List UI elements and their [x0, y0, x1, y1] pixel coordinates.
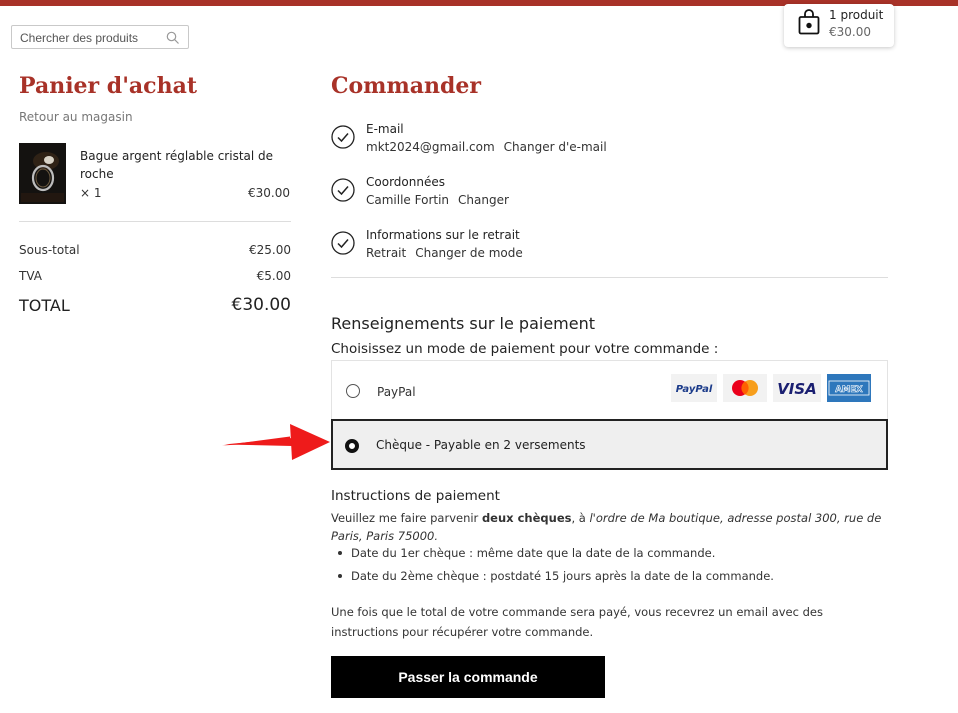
total-value: €30.00 — [231, 295, 291, 315]
step-email-value: mkt2024@gmail.com Changer d'e-mail — [366, 140, 607, 154]
step-contact-label: Coordonnées — [366, 175, 445, 189]
tax-value: €5.00 — [256, 269, 291, 283]
total-label: TOTAL — [19, 296, 70, 315]
tax-label: TVA — [19, 269, 42, 283]
paypal-logo-text: PayPal — [676, 384, 713, 395]
cart-amount: €30.00 — [829, 25, 871, 39]
cart-item-name[interactable]: Bague argent réglable cristal de roche — [80, 147, 280, 183]
back-to-store-link[interactable]: Retour au magasin — [19, 110, 133, 124]
divider — [331, 277, 888, 278]
check-circle-icon — [331, 125, 355, 149]
change-email-link[interactable]: Changer d'e-mail — [504, 140, 607, 154]
payment-option-paypal[interactable]: PayPal PayPal VISA AMEX — [331, 360, 888, 419]
red-arrow-annotation — [222, 424, 330, 460]
cart-count: 1 produit — [829, 8, 884, 22]
product-thumbnail[interactable] — [19, 143, 66, 204]
instructions-intro-1: Veuillez me faire parvenir — [331, 511, 482, 525]
mini-cart[interactable]: 1 produit €30.00 — [784, 4, 894, 47]
search-input[interactable] — [20, 30, 160, 46]
payment-subtitle: Choisissez un mode de paiement pour votr… — [331, 341, 719, 357]
cart-item-price: €30.00 — [248, 186, 290, 200]
list-item: Date du 2ème chèque : postdaté 15 jours … — [337, 567, 774, 590]
subtotal-label: Sous-total — [19, 243, 80, 257]
paypal-label: PayPal — [377, 385, 416, 399]
instructions-text: Veuillez me faire parvenir deux chèques,… — [331, 509, 891, 545]
check-circle-icon — [331, 231, 355, 255]
amex-logo: AMEX — [827, 374, 871, 402]
instructions-intro-bold: deux chèques — [481, 511, 572, 525]
paypal-logo: PayPal — [671, 374, 717, 402]
subtotal-value: €25.00 — [249, 243, 291, 257]
instructions-title: Instructions de paiement — [331, 488, 500, 504]
cart-item-qty: × 1 — [80, 186, 102, 200]
instructions-intro-2: , à — [571, 511, 590, 525]
pickup-value: Retrait — [366, 246, 407, 260]
step-pickup-label: Informations sur le retrait — [366, 228, 520, 242]
search-box[interactable] — [11, 25, 189, 49]
step-contact-value: Camille Fortin Changer — [366, 193, 509, 207]
cheque-radio-selected[interactable] — [345, 439, 359, 453]
place-order-button[interactable]: Passer la commande — [331, 656, 605, 698]
step-pickup-value: Retrait Changer de mode — [366, 246, 523, 260]
change-contact-link[interactable]: Changer — [458, 193, 509, 207]
list-item: Date du 1er chèque : même date que la da… — [337, 544, 774, 567]
check-circle-icon — [331, 178, 355, 202]
email-value: mkt2024@gmail.com — [366, 140, 495, 154]
card-logos: PayPal VISA AMEX — [671, 374, 871, 402]
cart-title: Panier d'achat — [19, 73, 197, 99]
contact-value: Camille Fortin — [366, 193, 450, 207]
payment-title: Renseignements sur le paiement — [331, 314, 596, 333]
checkout-title: Commander — [331, 73, 481, 99]
visa-logo-text: VISA — [777, 380, 817, 398]
paypal-radio[interactable] — [346, 384, 360, 398]
cheque-label: Chèque - Payable en 2 versements — [376, 438, 586, 452]
ring-image — [19, 143, 66, 204]
amex-logo-text: AMEX — [835, 385, 863, 395]
divider — [19, 221, 291, 222]
step-email-label: E-mail — [366, 122, 404, 136]
instructions-list: Date du 1er chèque : même date que la da… — [337, 544, 774, 590]
payment-option-cheque[interactable]: Chèque - Payable en 2 versements — [331, 419, 888, 470]
visa-logo: VISA — [773, 374, 821, 402]
search-icon[interactable] — [166, 31, 180, 45]
change-pickup-link[interactable]: Changer de mode — [415, 246, 523, 260]
shopping-bag-icon — [798, 9, 820, 35]
order-note: Une fois que le total de votre commande … — [331, 605, 823, 639]
mastercard-logo — [723, 374, 767, 402]
